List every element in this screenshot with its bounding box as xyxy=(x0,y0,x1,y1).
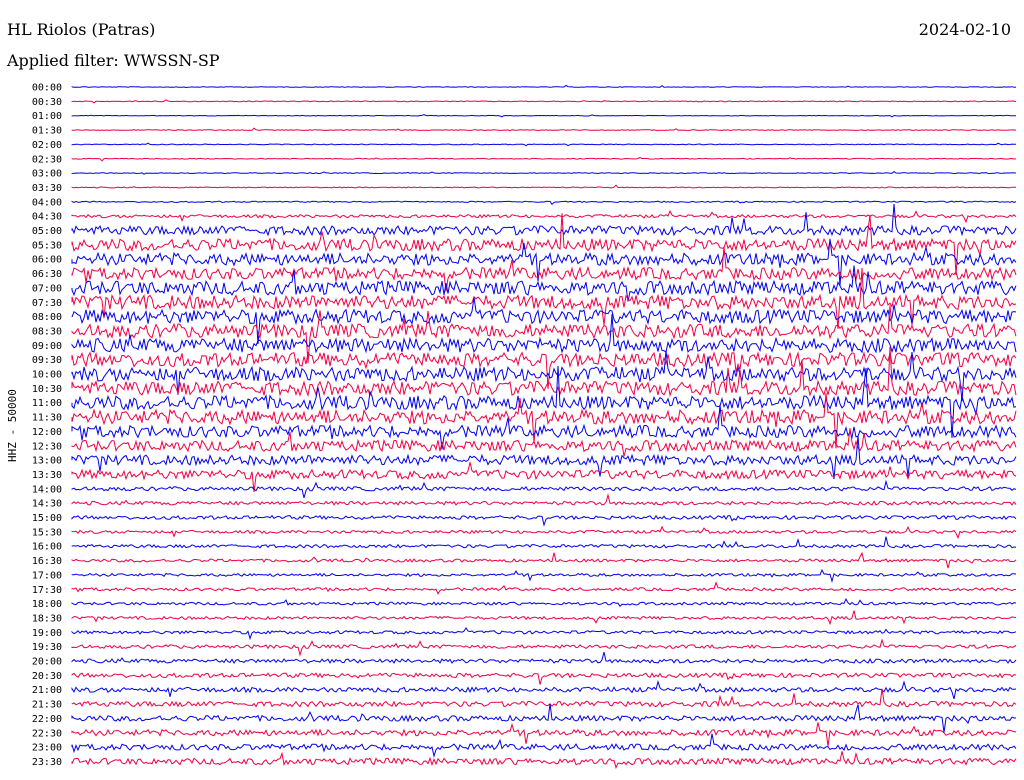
trace-line xyxy=(71,157,1017,162)
trace-line xyxy=(71,536,1017,549)
time-tick-label: 16:30 xyxy=(32,556,62,567)
y-axis-label: HHZ - 50000 xyxy=(6,389,19,462)
time-tick-label: 13:00 xyxy=(32,456,62,467)
trace-line xyxy=(71,246,1017,292)
trace-line xyxy=(71,688,1017,708)
trace-line xyxy=(71,703,1016,733)
time-tick-label: 02:00 xyxy=(32,140,62,151)
trace-line xyxy=(71,170,1017,175)
time-tick-label: 04:00 xyxy=(32,197,62,208)
time-tick-label: 14:00 xyxy=(32,484,62,495)
time-tick-label: 17:00 xyxy=(32,570,62,581)
trace-line xyxy=(71,393,1017,449)
time-tick-label: 19:00 xyxy=(32,628,62,639)
time-tick-label: 18:00 xyxy=(32,599,62,610)
trace-line xyxy=(71,597,1017,608)
time-tick-label: 10:30 xyxy=(32,384,62,395)
trace-line xyxy=(71,651,1017,664)
time-tick-label: 23:30 xyxy=(32,757,62,768)
trace-line xyxy=(71,672,1017,685)
trace-line xyxy=(71,200,1017,206)
time-tick-label: 20:30 xyxy=(32,671,62,682)
time-tick-label: 12:30 xyxy=(32,441,62,452)
time-tick-label: 15:30 xyxy=(32,527,62,538)
time-tick-label: 23:00 xyxy=(32,743,62,754)
time-tick-label: 20:00 xyxy=(32,657,62,668)
trace-line xyxy=(71,493,1017,506)
trace-line xyxy=(71,184,1017,189)
trace-line xyxy=(71,568,1017,584)
trace-line xyxy=(71,114,1016,118)
trace-line xyxy=(71,751,1017,770)
time-tick-label: 09:00 xyxy=(32,341,62,352)
time-tick-label: 06:30 xyxy=(32,269,62,280)
time-tick-label: 02:30 xyxy=(32,154,62,165)
trace-line xyxy=(71,551,1017,569)
trace-line xyxy=(71,99,1017,104)
time-tick-label: 01:30 xyxy=(32,126,62,137)
time-tick-label: 21:00 xyxy=(32,685,62,696)
trace-line xyxy=(71,581,1017,595)
time-tick-label: 13:30 xyxy=(32,470,62,481)
time-tick-label: 07:30 xyxy=(32,298,62,309)
trace-line xyxy=(71,722,1017,747)
helicorder-plot: 00:00 00:30 01:00 01:30 02:00 02:30 03:00 03:30… xyxy=(32,83,1017,770)
time-tick-label: 08:00 xyxy=(32,312,62,323)
time-tick-labels: 00:00 00:30 01:00 01:30 02:00 02:30 03:00 03:30… xyxy=(32,83,62,768)
time-tick-label: 09:30 xyxy=(32,355,62,366)
time-tick-label: 01:00 xyxy=(32,111,62,122)
time-tick-label: 05:30 xyxy=(32,240,62,251)
time-tick-label: 17:30 xyxy=(32,585,62,596)
time-tick-label: 00:30 xyxy=(32,97,62,108)
time-tick-label: 16:00 xyxy=(32,542,62,553)
trace-line xyxy=(71,514,1017,527)
time-tick-label: 04:30 xyxy=(32,212,62,223)
time-tick-label: 19:30 xyxy=(32,642,62,653)
time-tick-label: 10:00 xyxy=(32,370,62,381)
time-tick-label: 00:00 xyxy=(32,83,62,94)
time-tick-label: 08:30 xyxy=(32,326,62,337)
trace-line xyxy=(71,350,1017,402)
trace-line xyxy=(71,213,1017,276)
trace-line xyxy=(71,626,1017,641)
trace-line xyxy=(71,610,1017,626)
time-tick-label: 03:00 xyxy=(32,169,62,180)
trace-line xyxy=(71,462,1017,493)
time-tick-label: 05:00 xyxy=(32,226,62,237)
trace-line xyxy=(71,127,1017,132)
trace-line xyxy=(71,679,1017,700)
time-tick-label: 14:30 xyxy=(32,499,62,510)
time-tick-label: 11:00 xyxy=(32,398,62,409)
time-tick-label: 18:30 xyxy=(32,613,62,624)
trace-line xyxy=(71,638,1017,657)
trace-line xyxy=(71,142,1016,147)
trace-line xyxy=(71,209,1017,224)
time-tick-label: 12:00 xyxy=(32,427,62,438)
trace-line xyxy=(71,479,1017,499)
trace-line xyxy=(71,525,1017,540)
time-tick-label: 21:30 xyxy=(32,700,62,711)
trace-line xyxy=(71,733,1017,759)
time-tick-label: 22:00 xyxy=(32,714,62,725)
time-tick-label: 15:00 xyxy=(32,513,62,524)
trace-line xyxy=(71,203,1017,237)
time-tick-label: 11:30 xyxy=(32,413,62,424)
trace-group xyxy=(71,84,1017,770)
trace-line xyxy=(71,428,1017,457)
time-tick-label: 07:00 xyxy=(32,283,62,294)
time-tick-label: 06:00 xyxy=(32,255,62,266)
time-tick-label: 22:30 xyxy=(32,728,62,739)
time-tick-label: 03:30 xyxy=(32,183,62,194)
trace-line xyxy=(71,84,1017,89)
